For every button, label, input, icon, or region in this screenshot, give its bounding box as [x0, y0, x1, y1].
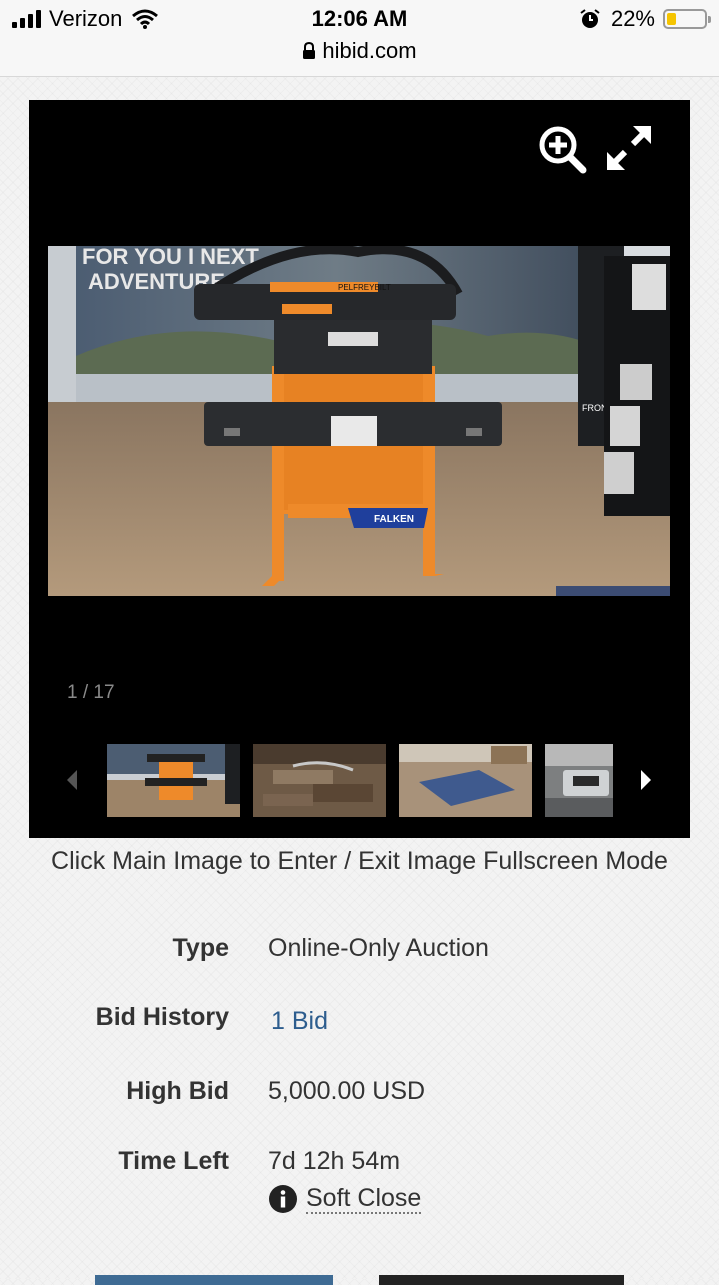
thumbnail-1[interactable] [107, 744, 240, 817]
thumbnails-next-button[interactable] [635, 766, 655, 794]
banner-line1: FOR YOU I NEXT [82, 246, 259, 269]
primary-action-button[interactable] [95, 1275, 333, 1285]
expand-icon [607, 126, 651, 170]
thumbnail-image [253, 744, 386, 817]
zoom-button[interactable] [537, 124, 589, 176]
bid-history-label: Bid History [95, 1003, 229, 1031]
product-photo: FOR YOU I NEXT ADVENTURE FRONT RUNNER PE… [48, 246, 670, 596]
status-bar: Verizon 12:06 AM 22% hibid.com [0, 0, 719, 77]
lock-icon [303, 42, 316, 59]
zoom-in-icon [539, 126, 587, 174]
image-caption: Click Main Image to Enter / Exit Image F… [51, 847, 668, 875]
alarm-icon [580, 9, 600, 28]
chevron-left-icon [67, 770, 77, 790]
image-counter: 1 / 17 [67, 682, 115, 703]
url-text: hibid.com [322, 38, 417, 63]
thumbnail-image [545, 744, 613, 817]
url-bar[interactable]: hibid.com [0, 38, 719, 64]
high-bid-label: High Bid [126, 1077, 229, 1105]
bid-history-link[interactable]: 1 Bid [271, 1007, 328, 1036]
secondary-action-button[interactable] [379, 1275, 624, 1285]
bag-brand: FALKEN [374, 514, 414, 525]
chevron-right-icon [641, 770, 651, 790]
soft-close-info[interactable]: Soft Close [268, 1184, 422, 1214]
high-bid-value: 5,000.00 USD [268, 1077, 426, 1105]
time-left-value: 7d 12h 54m [268, 1147, 401, 1175]
battery-percent: 22% [610, 6, 655, 31]
thumbnails-prev-button[interactable] [63, 766, 83, 794]
type-label: Type [172, 934, 230, 962]
info-icon [269, 1185, 297, 1213]
type-value: Online-Only Auction [268, 934, 489, 962]
thumbnail-2[interactable] [253, 744, 386, 817]
thumbnail-image [107, 744, 240, 817]
battery-icon [663, 9, 711, 29]
fullscreen-button[interactable] [603, 122, 655, 174]
image-viewer: FOR YOU I NEXT ADVENTURE FRONT RUNNER PE… [29, 100, 690, 838]
thumbnail-4[interactable] [545, 744, 613, 817]
time-left-label: Time Left [118, 1147, 229, 1175]
status-right: 22% [579, 6, 711, 32]
soft-close-text: Soft Close [306, 1184, 422, 1214]
main-image[interactable]: FOR YOU I NEXT ADVENTURE FRONT RUNNER PE… [48, 246, 670, 596]
thumbnail-image [399, 744, 532, 817]
thumbnail-3[interactable] [399, 744, 532, 817]
bumper-brand: PELFREYBILT [338, 283, 391, 292]
